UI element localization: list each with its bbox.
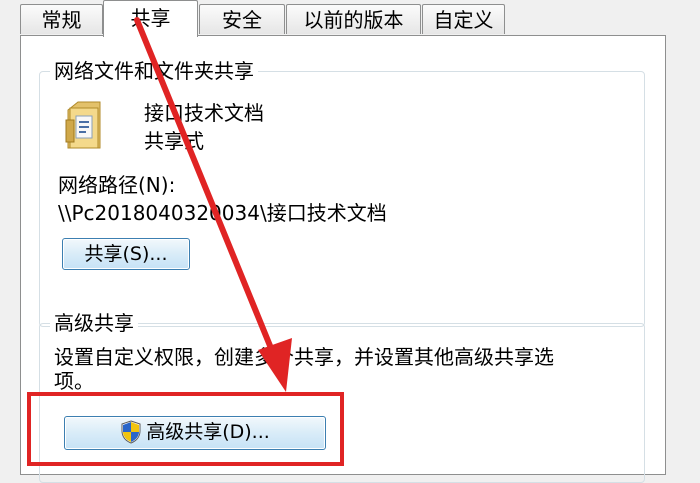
advanced-sharing-title: 高级共享 [50, 310, 138, 336]
folder-icon [64, 98, 104, 154]
advanced-sharing-description-line2: 项。 [54, 369, 94, 393]
network-sharing-title: 网络文件和文件夹共享 [50, 58, 258, 84]
network-path-label: 网络路径(N): [58, 173, 176, 197]
tab-strip: 常规 共享 安全 以前的版本 自定义 [0, 0, 700, 37]
shared-item-name: 接口技术文档 [144, 101, 264, 125]
network-sharing-group: 网络文件和文件夹共享 接口技术文档 共享式 网络路径(N): \\Pc20180… [39, 58, 645, 327]
network-path-value: \\Pc2018040320034\接口技术文档 [58, 201, 387, 225]
tab-previous-versions[interactable]: 以前的版本 [286, 4, 421, 34]
tab-general[interactable]: 常规 [20, 4, 103, 34]
advanced-sharing-description-line1: 设置自定义权限，创建多个共享，并设置其他高级共享选 [54, 345, 554, 369]
tab-security[interactable]: 安全 [199, 4, 285, 34]
tab-sharing[interactable]: 共享 [103, 0, 198, 37]
tab-customize[interactable]: 自定义 [422, 4, 505, 34]
shared-item-status: 共享式 [144, 129, 204, 153]
share-button[interactable]: 共享(S)... [62, 238, 190, 270]
annotation-highlight-box [27, 392, 344, 466]
